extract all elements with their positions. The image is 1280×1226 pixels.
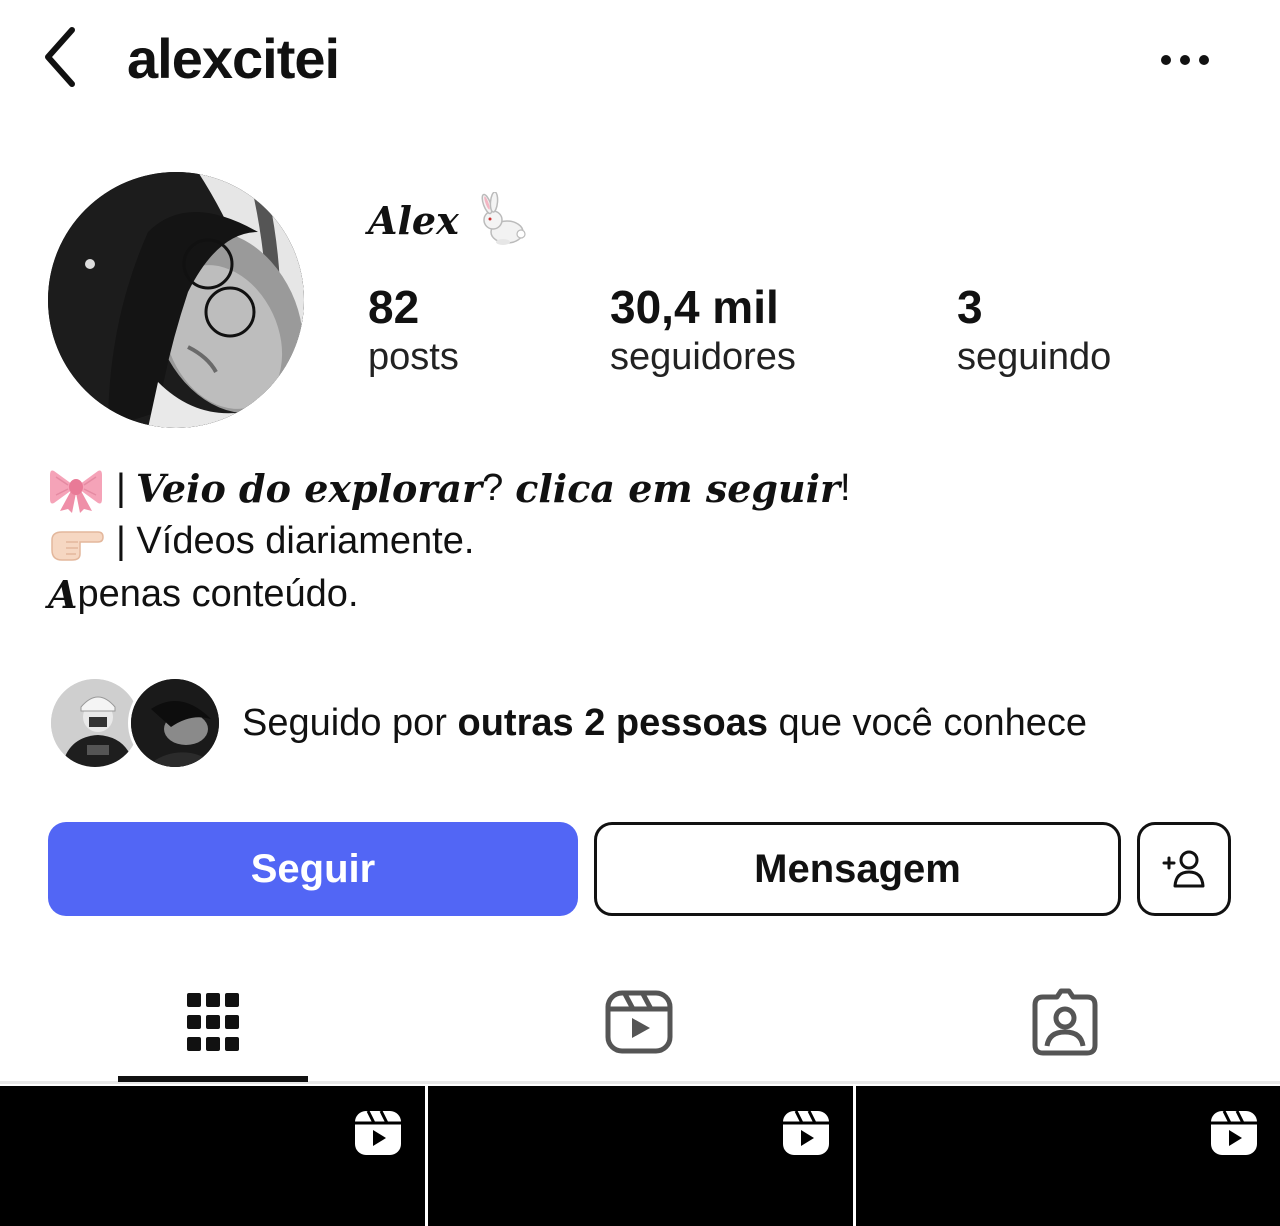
stat-posts-label: posts (368, 336, 459, 378)
pointing-hand-icon (51, 530, 104, 561)
display-name-text: Alex (368, 197, 459, 243)
suggest-accounts-button[interactable] (1137, 822, 1231, 916)
stat-posts-value: 82 (368, 281, 420, 333)
tab-posts-grid[interactable] (163, 980, 263, 1064)
add-person-icon (1162, 850, 1205, 888)
stat-followers-value: 30,4 mil (610, 281, 779, 333)
profile-avatar[interactable] (48, 172, 304, 428)
top-bar: alexcitei (0, 0, 1280, 120)
bio-separator: | (116, 467, 126, 509)
bio-line-3: A penas conteúdo. (48, 568, 1228, 621)
rabbit-icon (481, 192, 526, 245)
tagged-icon (1032, 988, 1098, 1056)
reels-icon (1211, 1110, 1257, 1155)
follow-button[interactable]: Seguir (48, 822, 578, 916)
bio-question-mark: ? (482, 467, 504, 509)
more-options-button[interactable] (1150, 40, 1220, 80)
avatar-photo (48, 172, 304, 428)
followed-by-suffix: que você conhece (778, 701, 1087, 744)
stat-followers[interactable]: 30,4 mil seguidores (610, 280, 796, 380)
followed-by[interactable]: Seguido por outras 2 pessoas que você co… (48, 674, 1248, 772)
tab-reels[interactable] (589, 980, 689, 1064)
grid-post[interactable] (0, 1086, 425, 1226)
display-name: Alex (368, 192, 529, 248)
active-tab-indicator (118, 1076, 308, 1082)
bio-content-text: penas conteúdo. (77, 573, 359, 615)
stat-following-label: seguindo (957, 336, 1112, 378)
grid-icon (187, 993, 239, 1051)
followed-by-count: outras 2 pessoas (457, 701, 768, 744)
tab-tagged[interactable] (1015, 980, 1115, 1064)
chevron-left-icon (45, 27, 75, 87)
bio-exclamation: ! (840, 467, 851, 509)
bio-follow-cta: clica em seguir (515, 466, 841, 511)
reels-icon (355, 1110, 401, 1155)
mutual-avatars (48, 674, 222, 772)
mutual-avatar-2 (128, 676, 222, 770)
bio-videos-text: | Vídeos diariamente. (116, 520, 475, 562)
stat-posts[interactable]: 82 posts (368, 280, 459, 380)
bio-initial-letter: A (48, 572, 78, 617)
message-button[interactable]: Mensagem (594, 822, 1121, 916)
profile-bio: | Veio do explorar ? clica em seguir ! |… (48, 462, 1228, 621)
posts-grid (0, 1086, 1280, 1226)
stat-following[interactable]: 3 seguindo (957, 280, 1111, 380)
bio-line-2: | Vídeos diariamente. (48, 515, 1228, 568)
stat-followers-label: seguidores (610, 336, 796, 378)
followed-by-prefix: Seguido por (242, 701, 447, 744)
stat-following-value: 3 (957, 281, 983, 333)
grid-post[interactable] (856, 1086, 1280, 1226)
bio-line-1: | Veio do explorar ? clica em seguir ! (48, 462, 1228, 515)
profile-username: alexcitei (127, 27, 340, 90)
followed-by-text: Seguido por outras 2 pessoas que você co… (242, 702, 1087, 745)
reels-icon (605, 990, 673, 1054)
ribbon-icon (50, 470, 102, 513)
profile-tabs (0, 960, 1280, 1084)
back-button[interactable] (30, 22, 90, 92)
more-horizontal-icon (1161, 55, 1209, 65)
bio-explore-text: Veio do explorar (135, 466, 483, 511)
grid-post[interactable] (428, 1086, 853, 1226)
reels-icon (783, 1110, 829, 1155)
